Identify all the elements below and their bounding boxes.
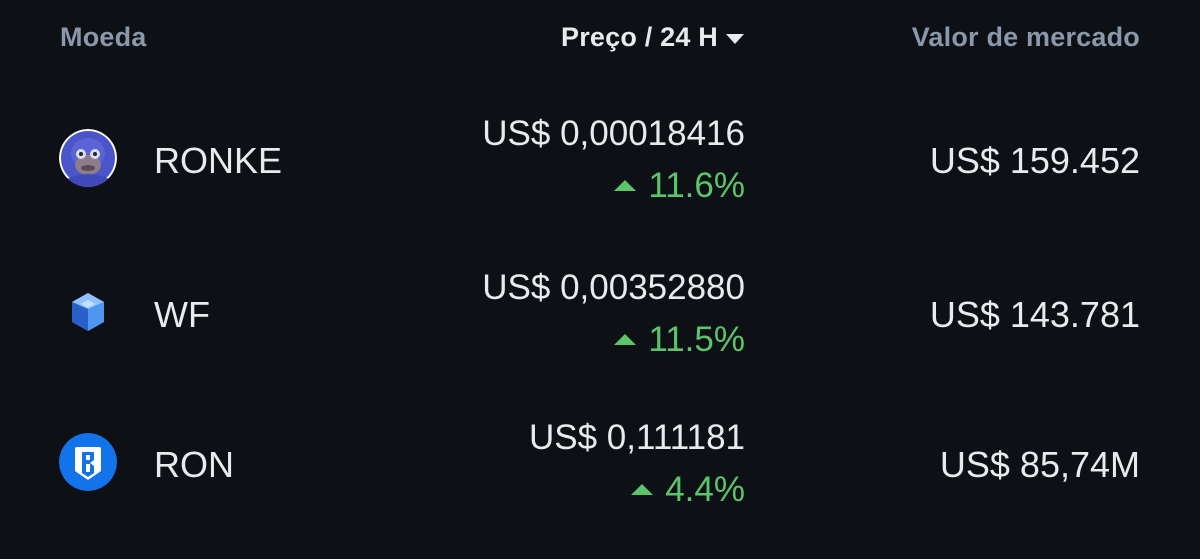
column-header-price-24h[interactable]: Preço / 24 H: [561, 22, 744, 53]
price-change-value: 11.5%: [648, 320, 745, 359]
coin-price: US$ 0,00018416: [482, 114, 745, 153]
market-cap-value: US$ 143.781: [929, 294, 1140, 335]
ronin-shield-icon: [59, 433, 117, 491]
coin-price: US$ 0,00352880: [482, 268, 745, 307]
trend-up-icon: [614, 179, 637, 191]
price-change-24h: 11.6%: [614, 166, 745, 206]
coin-price: US$ 0,111181: [529, 418, 745, 457]
table-row[interactable]: WF US$ 0,00352880 11.5% US$ 143.781: [0, 238, 1200, 388]
price-change-24h: 11.5%: [614, 320, 745, 360]
market-cap-value: US$ 85,74M: [939, 444, 1140, 485]
price-change-value: 4.4%: [665, 470, 745, 509]
market-cap-value: US$ 159.452: [929, 140, 1140, 181]
column-header-coin[interactable]: Moeda: [60, 22, 147, 53]
ape-avatar-icon: [59, 129, 117, 187]
coin-symbol: WF: [154, 294, 210, 335]
trend-up-icon: [631, 483, 654, 495]
coin-symbol: RON: [154, 444, 234, 485]
table-row[interactable]: RON US$ 0,111181 4.4% US$ 85,74M: [0, 388, 1200, 538]
column-header-market-cap[interactable]: Valor de mercado: [912, 22, 1140, 53]
column-header-price-label: Preço / 24 H: [561, 22, 718, 52]
trend-up-icon: [614, 333, 637, 345]
table-row[interactable]: RONKE US$ 0,00018416 11.6% US$ 159.452: [0, 84, 1200, 234]
price-change-value: 11.6%: [648, 166, 745, 205]
blue-gem-icon: [59, 283, 117, 341]
coin-symbol: RONKE: [154, 140, 283, 181]
table-header: Moeda Preço / 24 H Valor de mercado: [0, 0, 1200, 84]
price-change-24h: 4.4%: [631, 470, 745, 510]
sort-descending-icon: [726, 33, 744, 44]
